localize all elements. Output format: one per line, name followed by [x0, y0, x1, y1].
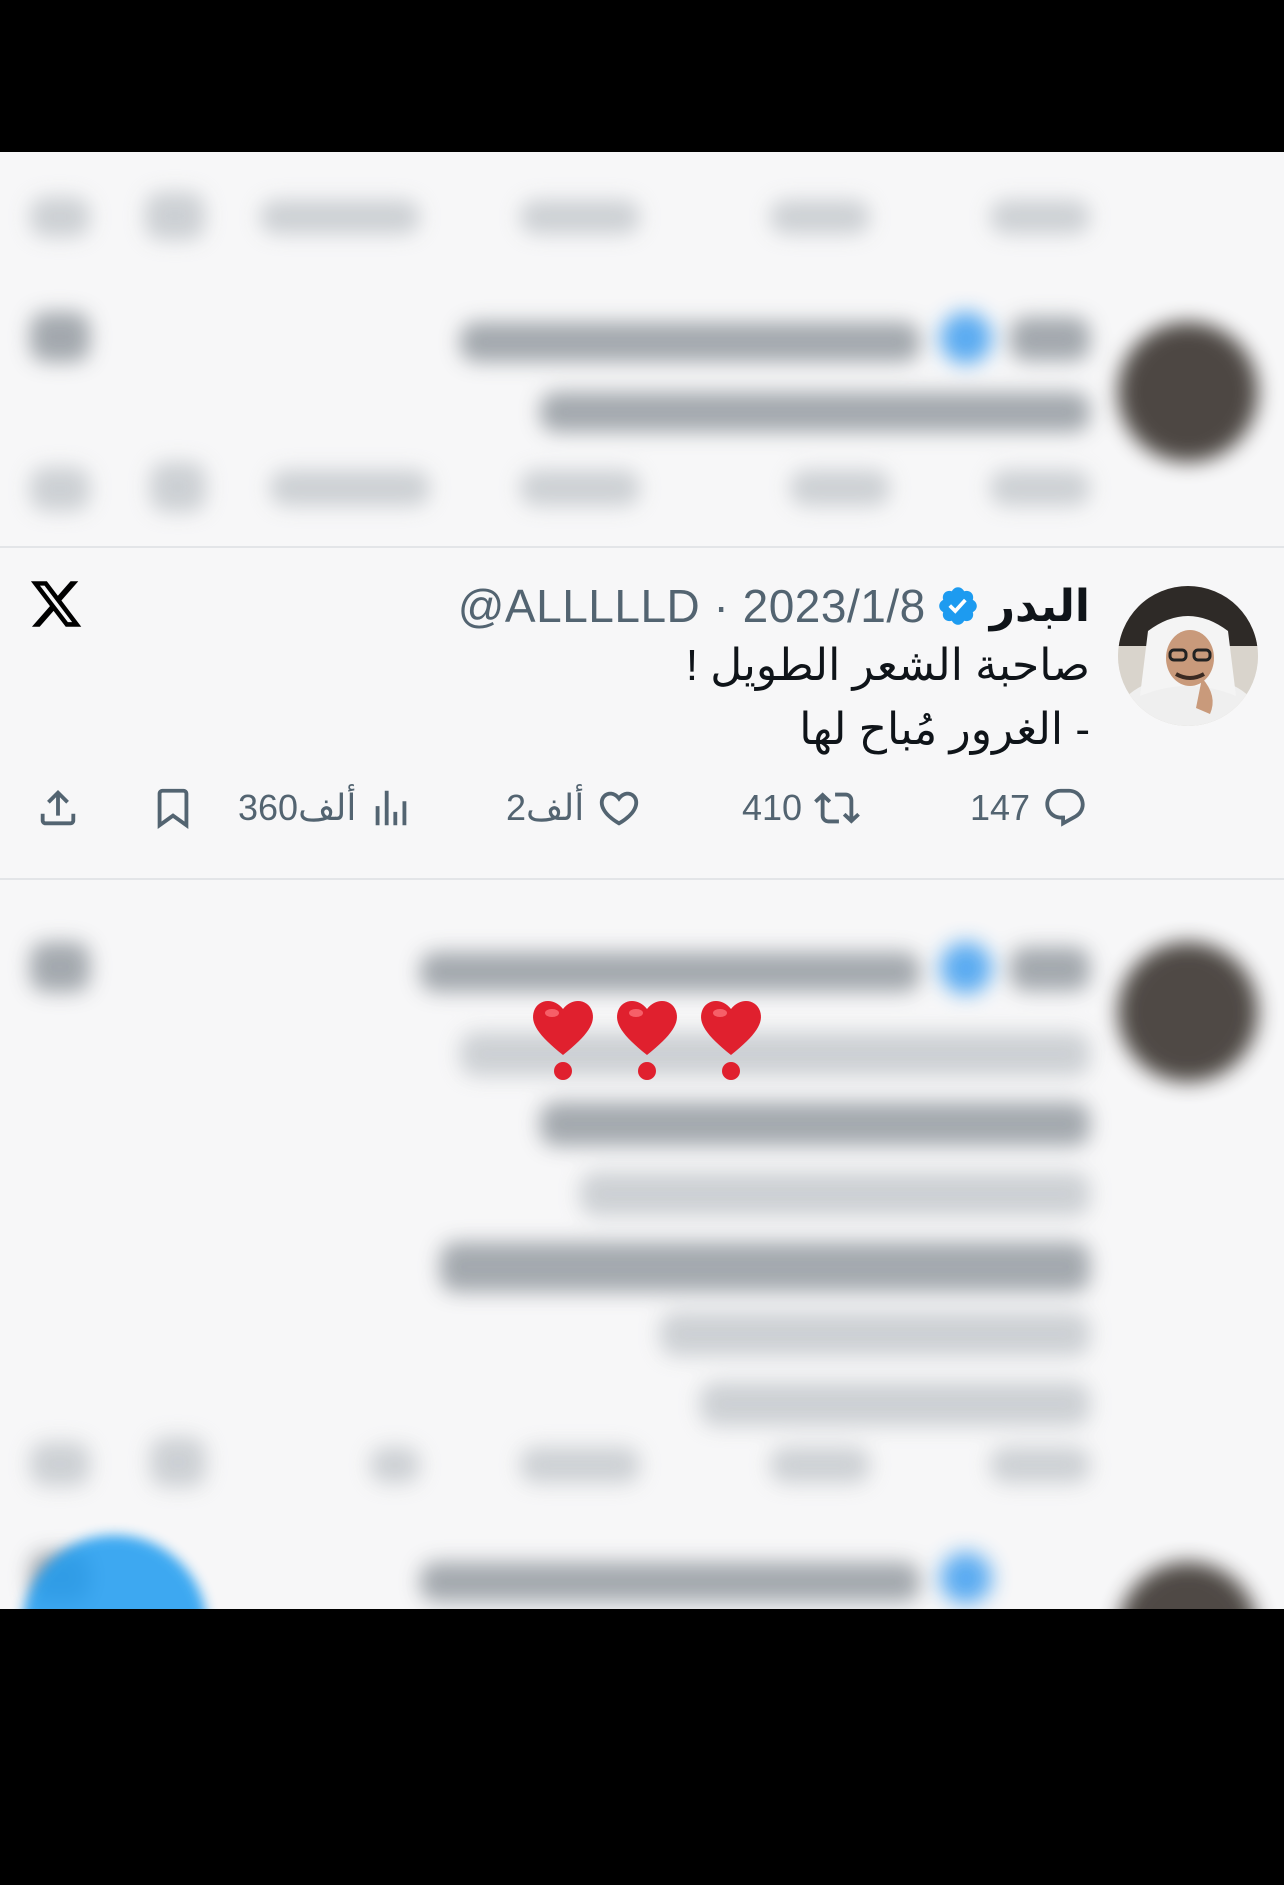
- views-count: 360ألف: [238, 787, 357, 828]
- heart-exclamation-icon: [617, 1000, 677, 1080]
- screen: [0, 152, 1284, 1609]
- avatar-image: [1118, 586, 1258, 726]
- verified-badge-icon: [938, 587, 977, 625]
- x-logo-icon: [30, 581, 82, 627]
- tweet-text-line-2: - الغرور مُباح لها: [799, 705, 1090, 754]
- divider-top: [0, 546, 1284, 548]
- bookmark-button[interactable]: [150, 785, 196, 831]
- heart-exclamation-icon: [533, 1000, 593, 1080]
- reply-icon: [1045, 788, 1085, 827]
- like-button[interactable]: 2ألف: [506, 785, 642, 831]
- emoji-overlay: [528, 995, 766, 1081]
- tweet-actions: 147 410 2ألف 360ألف: [0, 785, 1284, 841]
- views-icon: [375, 790, 407, 826]
- blurred-tweet-below: [0, 882, 1284, 1609]
- display-name[interactable]: البدر: [990, 581, 1090, 632]
- views-button[interactable]: 360ألف: [238, 785, 414, 831]
- reply-count: 147: [970, 787, 1031, 828]
- tweet-text-line-1: صاحبة الشعر الطويل !: [685, 641, 1090, 690]
- repost-icon: [814, 792, 860, 824]
- like-count: 2ألف: [506, 787, 585, 828]
- heart-icon: [600, 791, 639, 826]
- bookmark-icon: [157, 788, 189, 829]
- repost-count: 410: [742, 787, 803, 828]
- divider-bottom: [0, 878, 1284, 880]
- share-button[interactable]: [35, 785, 81, 831]
- share-icon: [40, 789, 76, 826]
- handle-date[interactable]: @ALLLLLD · 2023/1/8: [458, 579, 926, 633]
- repost-button[interactable]: 410: [742, 785, 860, 831]
- blurred-tweet-above: [0, 152, 1284, 552]
- tweet-header: @ALLLLLD · 2023/1/8 البدر: [458, 578, 1090, 634]
- heart-exclamation-icon: [701, 1000, 761, 1080]
- reply-button[interactable]: 147: [970, 785, 1088, 831]
- avatar[interactable]: [1118, 586, 1258, 726]
